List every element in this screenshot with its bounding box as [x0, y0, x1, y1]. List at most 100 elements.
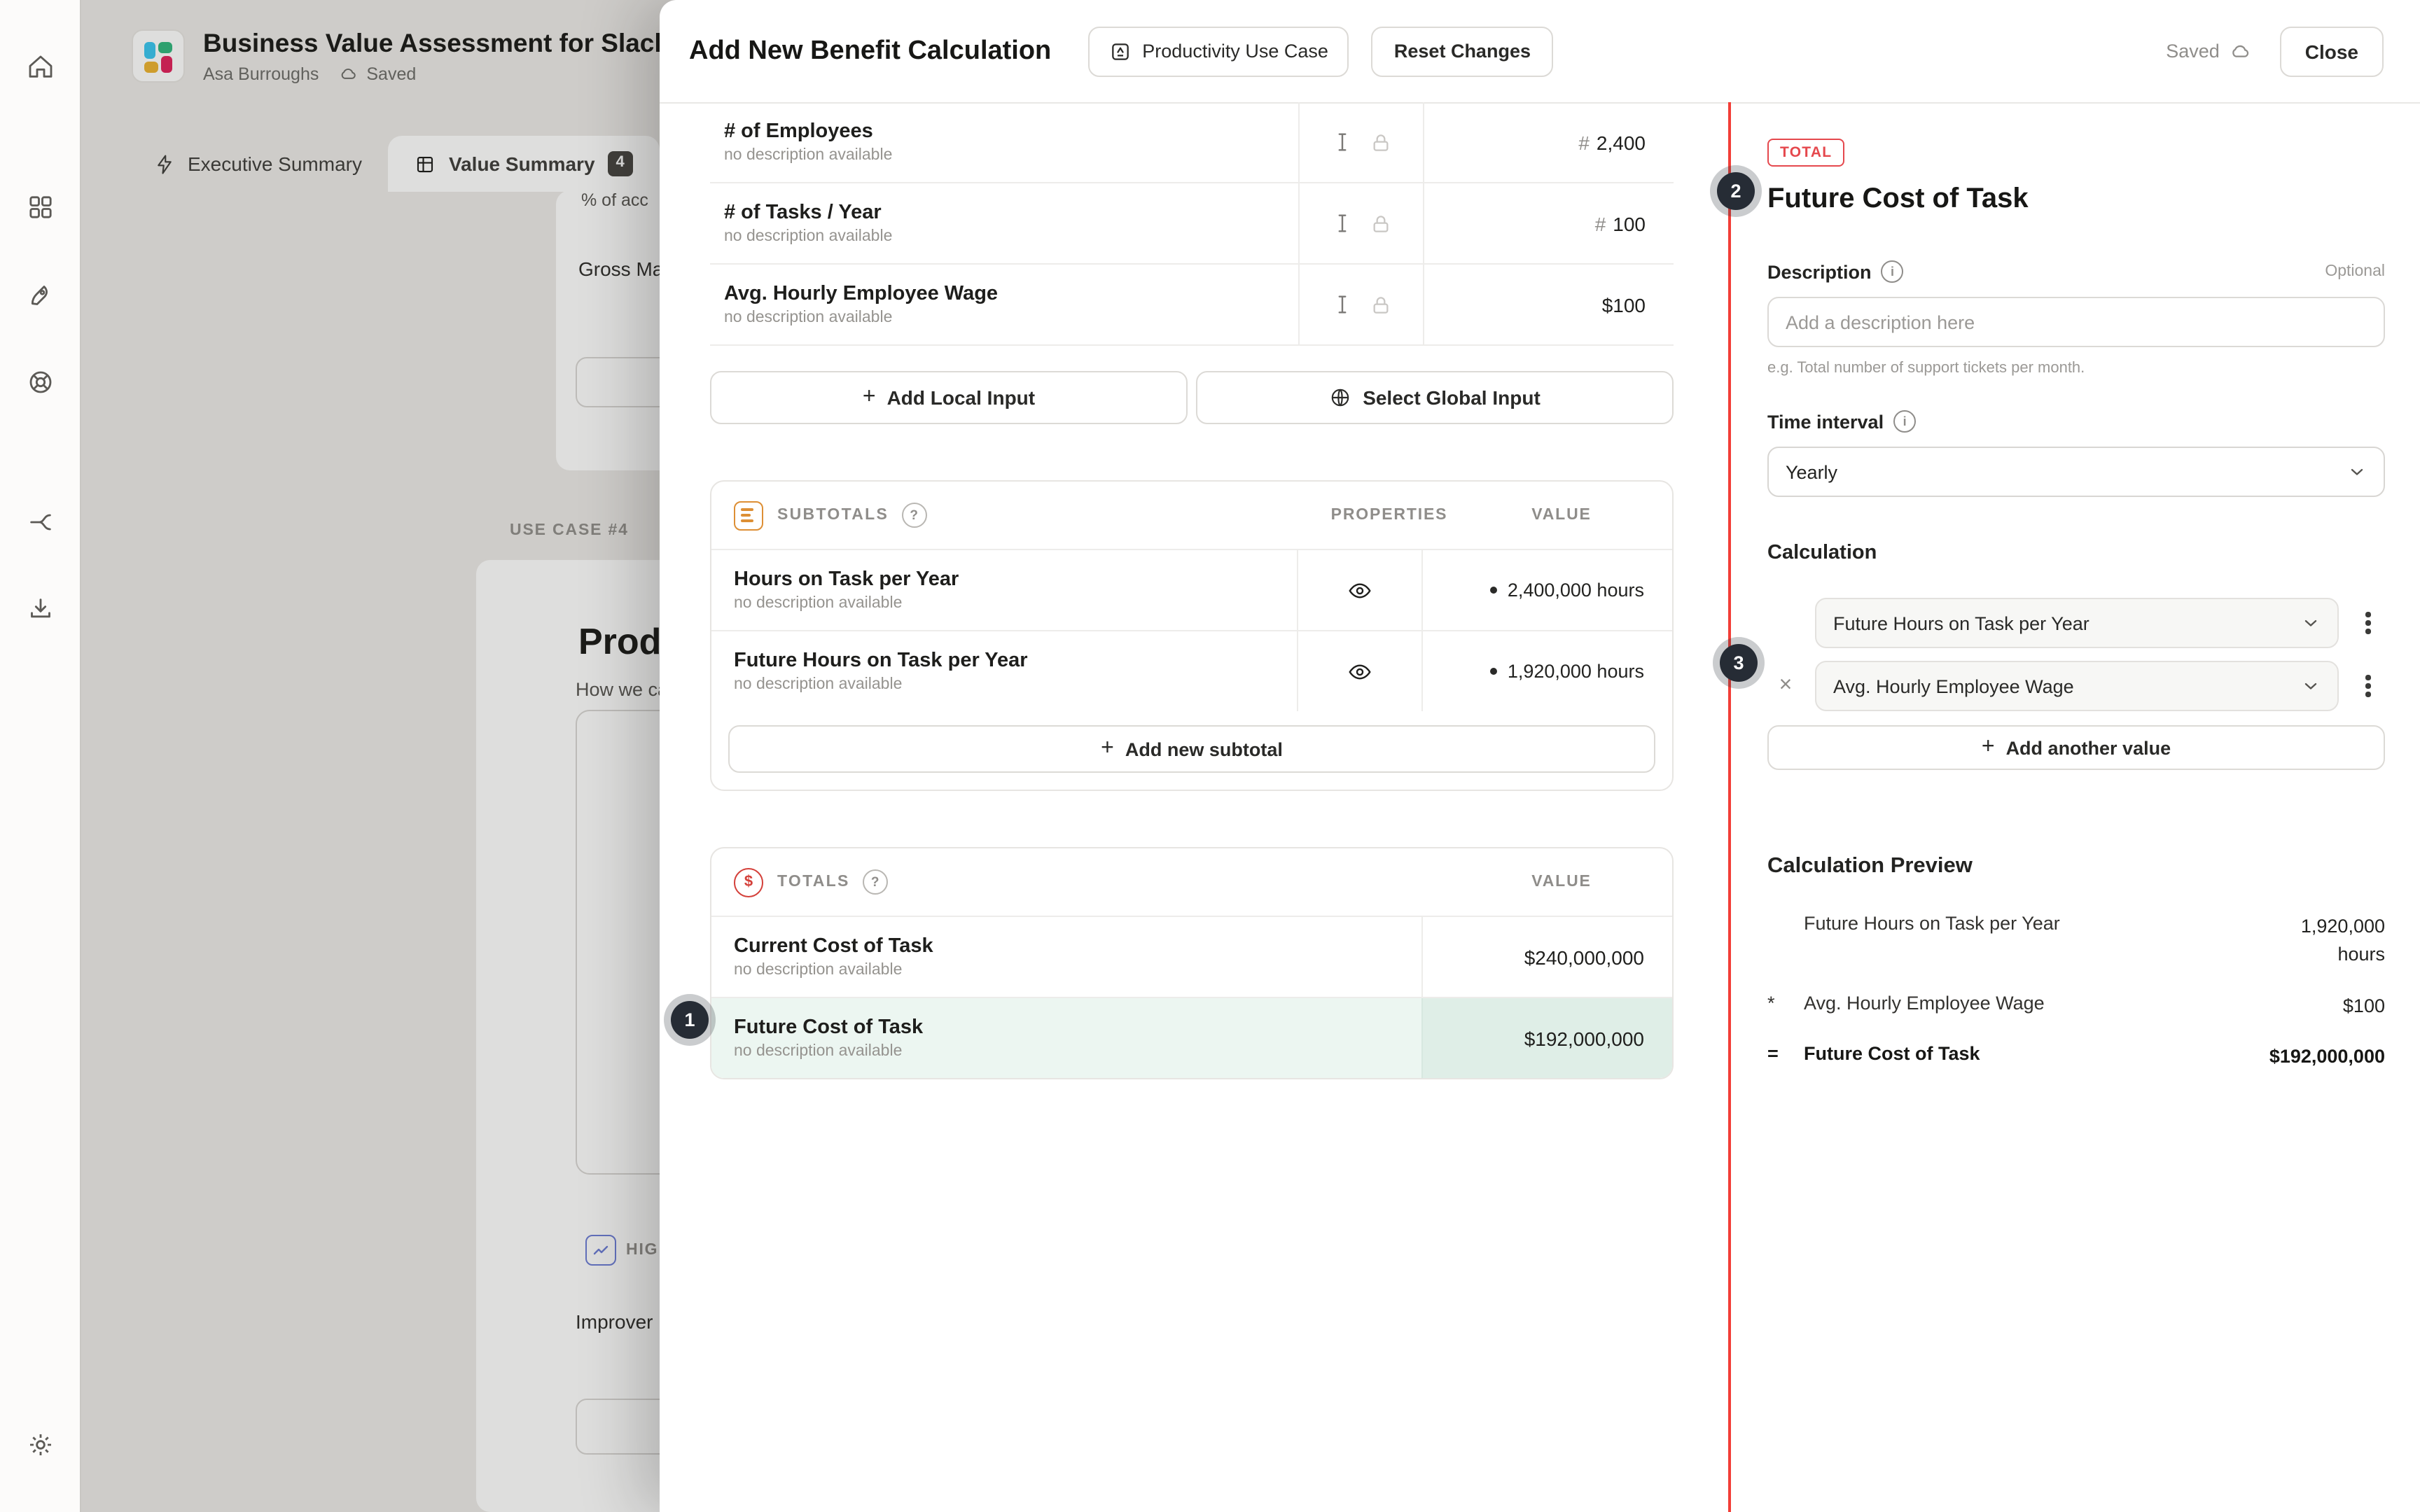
chevron-down-icon: [2301, 613, 2321, 633]
info-icon[interactable]: i: [1893, 410, 1916, 433]
add-another-value-button[interactable]: + Add another value: [1767, 725, 2385, 770]
calc-value-row: Future Hours on Task per Year: [1767, 598, 2385, 648]
home-icon[interactable]: [25, 52, 55, 83]
subtotal-row[interactable]: Hours on Task per Year no description av…: [711, 550, 1672, 631]
preview-name: Future Hours on Task per Year: [1804, 913, 2281, 934]
lock-icon[interactable]: [1370, 131, 1392, 153]
preview-value: $192,000,000: [2269, 1043, 2385, 1072]
time-interval-select[interactable]: Yearly: [1767, 447, 2385, 497]
subtotal-description: no description available: [734, 676, 1297, 693]
value-column-header: VALUE: [1451, 874, 1672, 890]
support-icon[interactable]: [25, 367, 55, 398]
totals-icon: $: [734, 867, 763, 897]
plus-icon: +: [1101, 738, 1114, 760]
settings-icon[interactable]: [25, 1429, 55, 1460]
total-description: no description available: [734, 962, 1421, 979]
subtotal-description: no description available: [734, 595, 1297, 612]
text-cursor-icon[interactable]: [1330, 130, 1354, 154]
calculation-label: Calculation: [1767, 542, 2385, 564]
calc-value-row: × Avg. Hourly Employee Wage: [1767, 661, 2385, 711]
preview-operator: =: [1767, 1043, 1804, 1064]
panel-divider-line: [1728, 102, 1731, 1512]
inputs-table: # of Employees no description available …: [710, 102, 1674, 346]
plus-icon: +: [1982, 736, 1995, 759]
add-new-subtotal-button[interactable]: + Add new subtotal: [728, 725, 1655, 773]
remove-value-button[interactable]: ×: [1767, 668, 1804, 704]
annotation-badge-3: 3: [1720, 644, 1758, 682]
use-case-button[interactable]: Productivity Use Case: [1087, 26, 1349, 76]
info-icon[interactable]: i: [1882, 260, 1904, 283]
subtotal-row[interactable]: Future Hours on Task per Year no descrip…: [711, 631, 1672, 711]
panel-title: Future Cost of Task: [1767, 183, 2385, 216]
preview-value: 1,920,000 hours: [2281, 913, 2385, 969]
value-column-header: VALUE: [1451, 507, 1672, 524]
total-row-future-selected[interactable]: Future Cost of Task no description avail…: [711, 997, 1672, 1078]
kebab-menu-icon[interactable]: [2351, 666, 2385, 706]
lock-icon[interactable]: [1370, 212, 1392, 234]
calc-value-select[interactable]: Avg. Hourly Employee Wage: [1815, 661, 2339, 711]
annotation-badge-1: 1: [671, 1001, 709, 1039]
calculation-tables: # of Employees no description available …: [710, 102, 1674, 1079]
modal-saved-status: Saved: [2166, 40, 2252, 62]
input-description: no description available: [724, 147, 1298, 164]
preview-row: Future Hours on Task per Year 1,920,000 …: [1767, 913, 2385, 969]
input-row-tasks[interactable]: # of Tasks / Year no description availab…: [710, 183, 1674, 265]
input-value[interactable]: # 100: [1424, 183, 1674, 263]
benefit-calculation-modal: Add New Benefit Calculation Productivity…: [660, 0, 2420, 1512]
help-icon[interactable]: ?: [901, 503, 926, 528]
total-type-badge: TOTAL: [1767, 139, 1844, 167]
input-description: no description available: [724, 309, 1298, 326]
total-name: Future Cost of Task: [734, 1016, 1421, 1039]
lock-icon[interactable]: [1370, 293, 1392, 316]
modal-title: Add New Benefit Calculation: [689, 36, 1051, 66]
modal-body: # of Employees no description available …: [660, 102, 2420, 1512]
input-name: # of Tasks / Year: [724, 202, 1298, 224]
apps-icon[interactable]: [25, 192, 55, 223]
input-row-employees[interactable]: # of Employees no description available …: [710, 102, 1674, 183]
annotation-badge-2: 2: [1717, 172, 1755, 210]
total-description: no description available: [734, 1043, 1421, 1060]
preview-row: * Avg. Hourly Employee Wage $100: [1767, 992, 2385, 1021]
bullet-dot: [1490, 587, 1498, 594]
add-local-input-button[interactable]: + Add Local Input: [710, 371, 1188, 424]
plus-icon: +: [863, 386, 876, 409]
calc-value-select[interactable]: Future Hours on Task per Year: [1815, 598, 2339, 648]
properties-column-header: PROPERTIES: [1328, 507, 1451, 524]
totals-label: TOTALS: [777, 874, 850, 890]
subtotal-name: Hours on Task per Year: [734, 568, 1297, 591]
subtotal-value[interactable]: 1,920,000 hours: [1423, 631, 1672, 711]
preview-value: $100: [2343, 992, 2385, 1021]
screen: Business Value Assessment for Slack Asa …: [0, 0, 2420, 1512]
total-detail-panel: TOTAL Future Cost of Task Description i …: [1767, 102, 2385, 1071]
input-value[interactable]: $100: [1424, 265, 1674, 344]
text-cursor-icon[interactable]: [1330, 211, 1354, 235]
reset-changes-button[interactable]: Reset Changes: [1372, 26, 1553, 76]
time-interval-label: Time interval: [1767, 411, 1884, 432]
totals-header: $ TOTALS ? VALUE: [711, 848, 1672, 917]
flow-icon[interactable]: [25, 507, 55, 538]
modal-header: Add New Benefit Calculation Productivity…: [660, 0, 2420, 104]
close-button[interactable]: Close: [2280, 26, 2384, 76]
kebab-menu-icon[interactable]: [2351, 603, 2385, 643]
total-name: Current Cost of Task: [734, 935, 1421, 958]
eye-icon[interactable]: [1347, 578, 1372, 603]
preview-name: Avg. Hourly Employee Wage: [1804, 992, 2343, 1013]
select-global-input-button[interactable]: Select Global Input: [1196, 371, 1674, 424]
download-icon[interactable]: [25, 594, 55, 624]
app-sidebar: [0, 0, 81, 1512]
rocket-icon[interactable]: [25, 280, 55, 311]
preview-operator: *: [1767, 992, 1804, 1013]
eye-icon[interactable]: [1347, 659, 1372, 684]
text-cursor-icon[interactable]: [1330, 293, 1354, 316]
input-name: # of Employees: [724, 120, 1298, 143]
preview-row-result: = Future Cost of Task $192,000,000: [1767, 1043, 2385, 1072]
chevron-down-icon: [2301, 676, 2321, 696]
input-row-wage[interactable]: Avg. Hourly Employee Wage no description…: [710, 265, 1674, 346]
input-value[interactable]: # 2,400: [1424, 102, 1674, 182]
totals-card: $ TOTALS ? VALUE Current Cost of Task no…: [710, 847, 1674, 1079]
total-row-current[interactable]: Current Cost of Task no description avai…: [711, 917, 1672, 997]
description-hint: e.g. Total number of support tickets per…: [1767, 360, 2385, 377]
description-input[interactable]: [1767, 297, 2385, 347]
subtotal-value[interactable]: 2,400,000 hours: [1423, 550, 1672, 630]
help-icon[interactable]: ?: [863, 869, 888, 895]
